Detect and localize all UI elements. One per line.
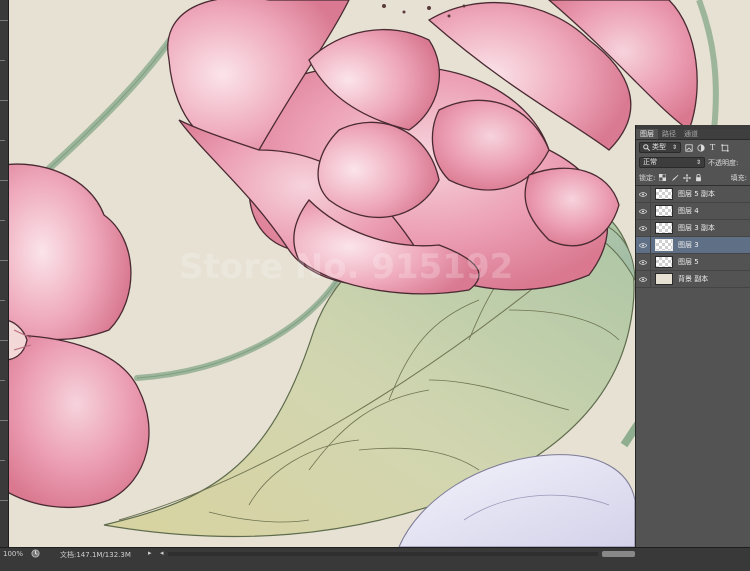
document-size: 文档:147.1M/132.3M [60,551,131,559]
ruler-tick [0,500,8,501]
divider [650,253,651,271]
ruler-tick [0,340,8,341]
ruler-tick [0,380,5,381]
tab-channels[interactable]: 通道 [680,129,702,139]
layer-row[interactable]: 图层 4 [636,202,750,220]
fill-label: 填充: [730,173,747,182]
ruler-tick [0,60,5,61]
ruler-tick [0,460,5,461]
horizontal-scrollbar-thumb[interactable] [602,551,635,557]
image-filter-icon[interactable] [684,143,693,152]
filter-kind-select[interactable]: 类型 ⇕ [639,142,681,153]
layer-name: 图层 3 副本 [678,224,715,232]
ruler-tick [0,140,5,141]
eye-icon[interactable] [636,276,650,282]
layer-row[interactable]: 背景 副本 [636,270,750,288]
lock-label: 锁定: [639,173,656,182]
layer-thumbnail [655,188,673,200]
layer-thumbnail [655,239,673,251]
divider [650,270,651,288]
dropdown-arrow-icon: ⇕ [695,159,701,166]
layer-list: 图层 5 副本 图层 4 图层 3 副本 图层 3 图层 5 背景 副本 [636,185,750,288]
tab-layers[interactable]: 图层 [636,129,658,139]
layer-row[interactable]: 图层 3 副本 [636,219,750,237]
eye-icon[interactable] [636,208,650,214]
adjustment-filter-icon[interactable] [696,143,705,152]
layer-row[interactable]: 图层 5 [636,253,750,271]
layer-thumbnail [655,273,673,285]
opacity-label: 不透明度: [708,158,739,167]
scroll-left-icon[interactable]: ◂ [160,549,164,557]
horizontal-scrollbar-track[interactable] [168,552,598,556]
filter-kind-label: 类型 [652,143,666,151]
lock-move-icon[interactable] [682,173,691,182]
layer-thumbnail [655,256,673,268]
layer-name: 图层 5 [678,258,699,266]
ruler-tick [0,260,8,261]
layer-thumbnail [655,205,673,217]
dropdown-arrow-icon: ⇕ [671,144,677,151]
search-icon [643,144,650,151]
filter-row: 类型 ⇕ T [636,140,750,155]
eye-icon[interactable] [636,242,650,248]
eye-icon[interactable] [636,225,650,231]
tab-paths[interactable]: 路径 [658,129,680,139]
lock-transparency-icon[interactable] [658,173,667,182]
status-circle-icon[interactable] [31,549,40,558]
lock-row: 锁定: 填充: [636,170,750,185]
eye-icon[interactable] [636,259,650,265]
layer-name: 图层 3 [678,241,699,249]
status-bar: 100% 文档:147.1M/132.3M ▸ ◂ [0,547,750,571]
type-filter-icon[interactable]: T [708,143,717,152]
layer-name: 背景 副本 [678,275,709,283]
ruler-tick [0,300,5,301]
layer-name: 图层 4 [678,207,699,215]
layer-thumbnail [655,222,673,234]
ruler-tick [0,20,8,21]
blend-mode-select[interactable]: 正常 ⇕ [639,157,705,168]
panel-tabs: 图层 路径 通道 [636,129,750,140]
shape-filter-icon[interactable] [720,143,729,152]
vertical-ruler [0,0,9,547]
divider [650,202,651,220]
watermark-text: Store No. 915192 [179,247,513,287]
blend-mode-label: 正常 [643,158,657,166]
layer-row[interactable]: 图层 5 副本 [636,185,750,203]
divider [650,236,651,254]
divider [650,185,651,203]
layer-name: 图层 5 副本 [678,190,715,198]
ruler-tick [0,220,5,221]
ruler-tick [0,180,8,181]
ruler-tick [0,100,8,101]
divider [650,219,651,237]
lock-all-icon[interactable] [694,173,703,182]
status-menu-arrow-icon[interactable]: ▸ [148,549,152,557]
ruler-tick [0,420,8,421]
lock-brush-icon[interactable] [670,173,679,182]
zoom-level[interactable]: 100% [3,550,23,558]
layers-panel: 图层 路径 通道 类型 ⇕ T 正常 ⇕ 不透明度: 锁定: 填充: 图层 5 … [635,125,750,547]
eye-icon[interactable] [636,191,650,197]
blend-row: 正常 ⇕ 不透明度: [636,155,750,170]
layer-row-selected[interactable]: 图层 3 [636,236,750,254]
